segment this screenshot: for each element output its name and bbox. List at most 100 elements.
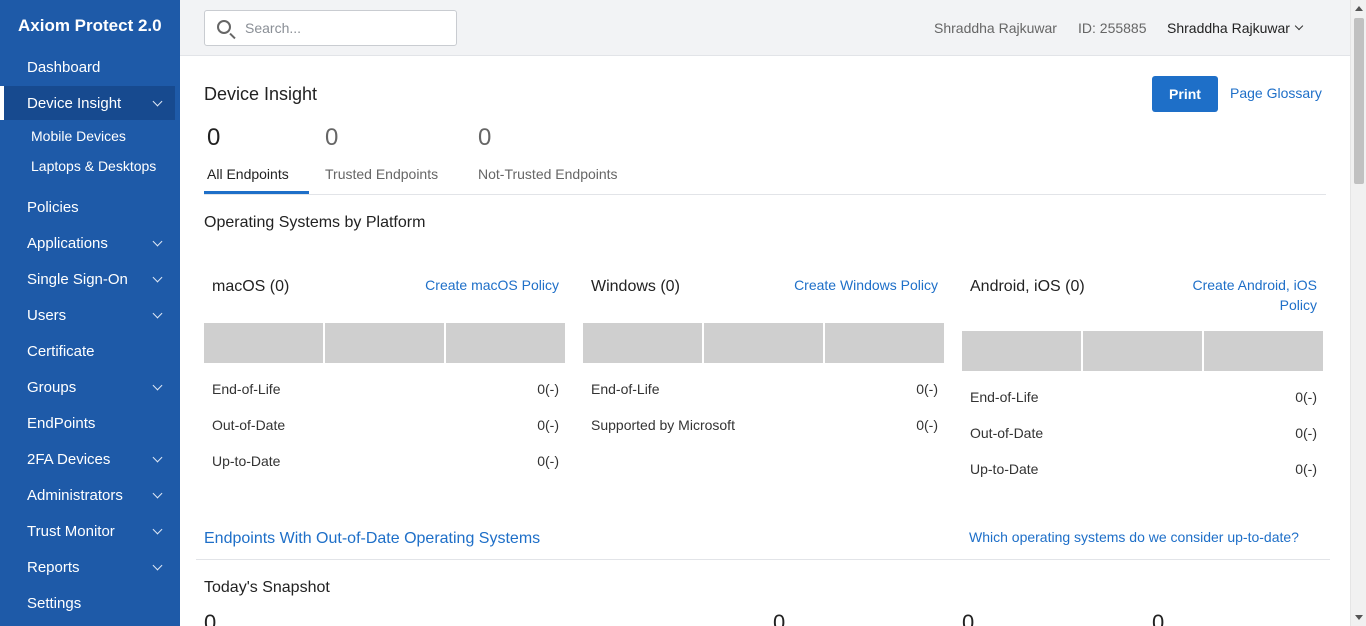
sidebar-item-label: Policies bbox=[27, 198, 79, 216]
sidebar-item-users[interactable]: Users bbox=[0, 298, 175, 332]
sidebar-subitem-laptops-desktops[interactable]: Laptops & Desktops bbox=[31, 158, 156, 174]
scroll-down-icon[interactable] bbox=[1355, 615, 1363, 620]
row-value: 0(-) bbox=[1295, 425, 1317, 441]
sidebar-item-settings[interactable]: Settings bbox=[0, 586, 175, 620]
sidebar-item-label: Reports bbox=[27, 558, 80, 576]
sidebar-item-label: EndPoints bbox=[27, 414, 96, 432]
user-name: Shraddha Rajkuwar bbox=[934, 20, 1057, 36]
search-input[interactable] bbox=[245, 20, 445, 36]
top-bar: Shraddha Rajkuwar ID: 255885 Shraddha Ra… bbox=[180, 0, 1350, 56]
macos-row-end-of-life: End-of-Life 0(-) bbox=[212, 381, 559, 397]
bar-segment bbox=[962, 331, 1081, 371]
chevron-down-icon bbox=[152, 96, 163, 106]
search-box[interactable] bbox=[204, 10, 457, 46]
create-android-ios-policy-link[interactable]: Create Android, iOS Policy bbox=[1160, 275, 1317, 315]
row-label: Out-of-Date bbox=[970, 425, 1044, 441]
windows-row-end-of-life: End-of-Life 0(-) bbox=[591, 381, 938, 397]
sidebar-item-endpoints[interactable]: EndPoints bbox=[0, 406, 175, 440]
row-value: 0(-) bbox=[537, 381, 559, 397]
chevron-down-icon bbox=[1294, 21, 1304, 31]
tab-count: 0 bbox=[325, 124, 339, 151]
sidebar-item-reports[interactable]: Reports bbox=[0, 550, 175, 584]
row-value: 0(-) bbox=[916, 381, 938, 397]
chevron-down-icon bbox=[152, 452, 163, 462]
windows-row-supported: Supported by Microsoft 0(-) bbox=[591, 417, 938, 433]
sidebar-item-policies[interactable]: Policies bbox=[0, 190, 175, 224]
out-of-date-section-link[interactable]: Endpoints With Out-of-Date Operating Sys… bbox=[204, 530, 540, 548]
android-ios-distribution-bar bbox=[962, 331, 1323, 371]
chevron-down-icon bbox=[152, 524, 163, 534]
bar-segment bbox=[204, 323, 323, 363]
sidebar-item-label: Users bbox=[27, 306, 67, 324]
sidebar-item-label: Groups bbox=[27, 378, 77, 396]
sidebar-item-label: Device Insight bbox=[27, 94, 122, 112]
tab-count: 0 bbox=[207, 124, 221, 151]
tab-not-trusted-endpoints[interactable]: 0 Not-Trusted Endpoints bbox=[478, 124, 618, 182]
row-label: End-of-Life bbox=[591, 381, 660, 397]
macos-row-out-of-date: Out-of-Date 0(-) bbox=[212, 417, 559, 433]
row-label: Supported by Microsoft bbox=[591, 417, 735, 433]
chevron-down-icon bbox=[152, 488, 163, 498]
snapshot-value: 0 bbox=[204, 610, 217, 626]
row-label: End-of-Life bbox=[970, 389, 1039, 405]
sidebar-item-applications[interactable]: Applications bbox=[0, 226, 175, 260]
sidebar-item-administrators[interactable]: Administrators bbox=[0, 478, 175, 512]
windows-distribution-bar bbox=[583, 323, 944, 363]
tabs-divider bbox=[204, 194, 1326, 195]
row-value: 0(-) bbox=[916, 417, 938, 433]
sidebar-item-single-sign-on[interactable]: Single Sign-On bbox=[0, 262, 175, 296]
sidebar-item-label: Settings bbox=[27, 594, 82, 612]
chevron-down-icon bbox=[152, 380, 163, 390]
sidebar-item-groups[interactable]: Groups bbox=[0, 370, 175, 404]
android-ios-row-out-of-date: Out-of-Date 0(-) bbox=[970, 425, 1317, 441]
tab-all-endpoints[interactable]: 0 All Endpoints bbox=[207, 124, 289, 182]
row-value: 0(-) bbox=[1295, 389, 1317, 405]
bar-segment bbox=[1204, 331, 1323, 371]
page-glossary-link[interactable]: Page Glossary bbox=[1230, 85, 1322, 101]
print-button[interactable]: Print bbox=[1152, 76, 1218, 112]
sidebar-item-label: Certificate bbox=[27, 342, 95, 360]
search-icon bbox=[217, 20, 231, 34]
tab-label: Not-Trusted Endpoints bbox=[478, 166, 618, 182]
sidebar-item-device-insight[interactable]: Device Insight bbox=[0, 86, 175, 120]
up-to-date-criteria-link[interactable]: Which operating systems do we consider u… bbox=[969, 529, 1299, 545]
account-menu-label: Shraddha Rajkuwar bbox=[1167, 20, 1290, 36]
create-windows-policy-link[interactable]: Create Windows Policy bbox=[760, 275, 938, 295]
sidebar-item-label: Administrators bbox=[27, 486, 123, 504]
sidebar-item-label: Dashboard bbox=[27, 58, 101, 76]
row-value: 0(-) bbox=[1295, 461, 1317, 477]
sidebar-item-2fa-devices[interactable]: 2FA Devices bbox=[0, 442, 175, 476]
snapshot-value: 0 bbox=[1152, 610, 1165, 626]
row-value: 0(-) bbox=[537, 453, 559, 469]
android-ios-row-end-of-life: End-of-Life 0(-) bbox=[970, 389, 1317, 405]
section-divider bbox=[196, 559, 1330, 560]
snapshot-value: 0 bbox=[773, 610, 786, 626]
sidebar-item-label: Single Sign-On bbox=[27, 270, 128, 288]
windows-title: Windows (0) bbox=[591, 278, 680, 295]
snapshot-title: Today's Snapshot bbox=[204, 579, 330, 596]
snapshot-value: 0 bbox=[962, 610, 975, 626]
chevron-down-icon bbox=[152, 308, 163, 318]
sidebar-item-label: Trust Monitor bbox=[27, 522, 115, 540]
chevron-down-icon bbox=[152, 560, 163, 570]
tab-label: All Endpoints bbox=[207, 166, 289, 182]
page-title: Device Insight bbox=[204, 84, 318, 104]
sidebar-subitem-mobile-devices[interactable]: Mobile Devices bbox=[31, 128, 126, 144]
row-value: 0(-) bbox=[537, 417, 559, 433]
macos-distribution-bar bbox=[204, 323, 565, 363]
bar-segment bbox=[446, 323, 565, 363]
bar-segment bbox=[825, 323, 944, 363]
tab-trusted-endpoints[interactable]: 0 Trusted Endpoints bbox=[325, 124, 438, 182]
page-scrollbar[interactable] bbox=[1350, 0, 1366, 626]
android-ios-row-up-to-date: Up-to-Date 0(-) bbox=[970, 461, 1317, 477]
bar-segment bbox=[583, 323, 702, 363]
bar-segment bbox=[325, 323, 444, 363]
sidebar-item-certificate[interactable]: Certificate bbox=[0, 334, 175, 368]
account-menu[interactable]: Shraddha Rajkuwar bbox=[1167, 20, 1304, 36]
sidebar-item-trust-monitor[interactable]: Trust Monitor bbox=[0, 514, 175, 548]
sidebar-item-dashboard[interactable]: Dashboard bbox=[0, 50, 175, 84]
scroll-up-icon[interactable] bbox=[1355, 6, 1363, 11]
scroll-thumb[interactable] bbox=[1354, 18, 1364, 184]
bar-segment bbox=[704, 323, 823, 363]
create-macos-policy-link[interactable]: Create macOS Policy bbox=[400, 275, 559, 295]
